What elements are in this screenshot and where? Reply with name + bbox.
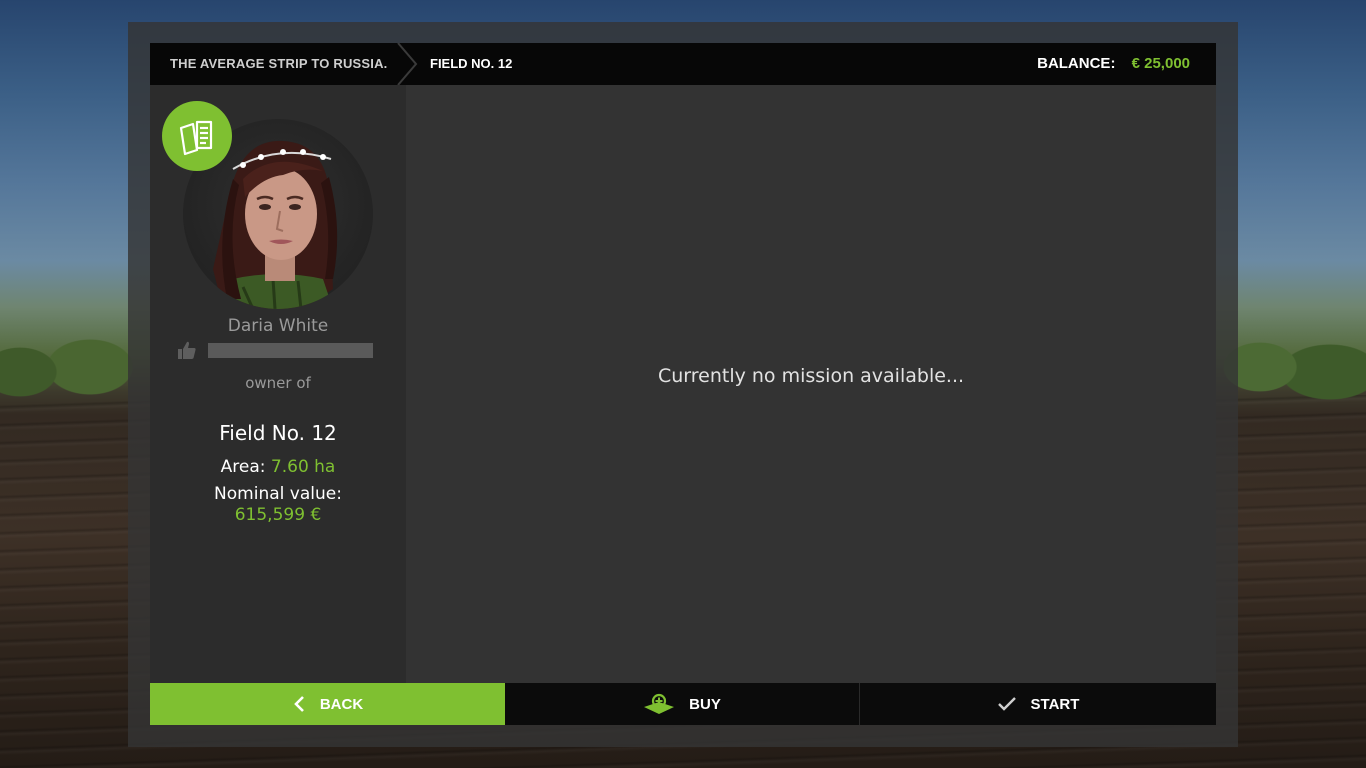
field-nominal-label: Nominal value: bbox=[214, 484, 342, 504]
buy-button[interactable]: BUY bbox=[505, 683, 860, 725]
balance-label: BALANCE: bbox=[1037, 55, 1116, 72]
back-button-label: BACK bbox=[319, 695, 364, 713]
field-name: Field No. 12 bbox=[219, 421, 337, 445]
start-button[interactable]: START bbox=[860, 683, 1216, 725]
owner-of-label: owner of bbox=[245, 374, 311, 392]
breadcrumb-mission-title: THE AVERAGE STRIP TO RUSSIA. bbox=[170, 56, 388, 71]
owner-rating bbox=[176, 337, 376, 361]
checkmark-icon bbox=[997, 697, 1016, 711]
buy-button-label: BUY bbox=[689, 695, 721, 713]
field-nominal-value: Nominal value: 615,599 € bbox=[150, 484, 406, 526]
contract-badge bbox=[162, 101, 232, 171]
footer-bar: BACK BUY START bbox=[150, 683, 1216, 725]
contract-documents-icon bbox=[179, 120, 213, 156]
thumbs-up-icon bbox=[178, 341, 196, 359]
back-button[interactable]: BACK bbox=[150, 683, 505, 725]
breadcrumb-separator-icon bbox=[397, 43, 418, 85]
chevron-left-icon bbox=[293, 696, 304, 712]
mission-panel: Currently no mission available... bbox=[406, 85, 1216, 683]
no-mission-message: Currently no mission available... bbox=[657, 365, 965, 387]
rating-bar bbox=[208, 343, 373, 358]
buy-field-icon bbox=[644, 693, 675, 714]
balance-display: BALANCE: € 25,000 bbox=[1037, 43, 1190, 85]
balance-value: € 25,000 bbox=[1131, 55, 1190, 72]
field-nominal-amount: 615,599 € bbox=[234, 505, 322, 525]
start-button-label: START bbox=[1030, 695, 1080, 713]
header-bar: THE AVERAGE STRIP TO RUSSIA. FIELD NO. 1… bbox=[150, 43, 1216, 85]
field-area-value: 7.60 ha bbox=[270, 457, 336, 477]
breadcrumb-field: FIELD NO. 12 bbox=[430, 56, 513, 71]
owner-name: Daria White bbox=[227, 316, 329, 336]
owner-sidebar: Daria White owner of Field No. 12 Area: … bbox=[150, 85, 406, 683]
field-area-label: Area: bbox=[220, 457, 266, 477]
field-area: Area: 7.60 ha bbox=[150, 457, 406, 477]
